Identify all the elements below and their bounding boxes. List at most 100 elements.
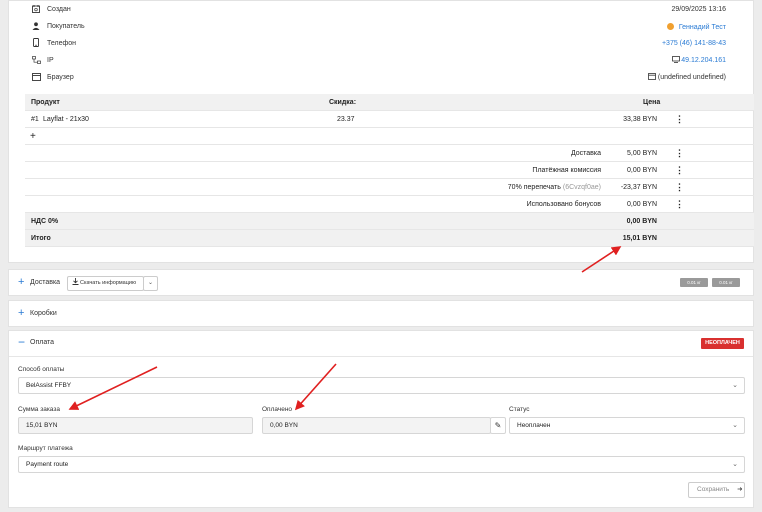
buyer-link[interactable]: Геннадий Тест [666,22,726,31]
browser-label: Браузер [47,74,74,81]
warning-icon [666,22,674,30]
download-icon [72,278,79,291]
chevron-down-icon: ⌄ [732,382,738,389]
extra-label-text: 70% перепечать [507,184,561,191]
payment-panel: − Оплата НЕОПЛАЧЕН Способ оплаты BelAssi… [8,330,754,508]
boxes-section-header[interactable]: + Коробки [8,300,754,327]
browser-small-icon [647,73,656,82]
extra-value: 0,00 BYN [627,167,657,174]
vat-row: НДС 0% 0,00 BYN [25,213,754,230]
extra-label: Использовано бонусов [526,201,601,208]
total-label: Итого [31,235,51,242]
boxes-title: Коробки [30,310,57,317]
calendar-clock-icon [31,4,41,15]
ip-link[interactable]: 49.12.204.161 [672,56,726,65]
vat-value: 0,00 BYN [626,218,657,225]
collapse-icon[interactable]: − [18,336,25,348]
row-menu-icon[interactable]: ⋮ [675,165,684,175]
extra-label: 70% перепечать (6Cvzqf0ae) [508,179,601,196]
add-product-button[interactable]: + [30,128,36,145]
route-value: Payment route [26,461,69,468]
buyer-name[interactable]: Геннадий Тест [679,24,726,31]
extra-row-bonus: Использовано бонусов 0,00 BYN ⋮ [25,196,754,213]
row-menu-icon[interactable]: ⋮ [675,148,684,158]
row-menu-icon[interactable]: ⋮ [675,199,684,209]
info-row-browser: Браузер (undefined undefined) [9,69,753,86]
payment-method-select[interactable]: BelAssist FFBY ⌄ [18,377,745,394]
order-sum-label: Сумма заказа [18,406,60,413]
created-value: 29/09/2025 13:16 [671,6,727,13]
download-info-button[interactable]: Скачать информацию [67,276,144,291]
chevron-down-icon: ⌄ [732,422,738,429]
save-label: Сохранить [697,486,730,493]
section-divider [9,356,753,357]
paid-field[interactable]: 0,00 BYN [262,417,491,434]
header-price: Цена [643,99,661,106]
table-row: #1 Layflat - 21x30 23.37 33,38 BYN ⋮ [25,111,754,128]
method-label: Способ оплаты [18,366,65,373]
phone-icon [31,38,41,49]
extra-label: Платёжная комиссия [532,167,601,174]
row-menu-icon[interactable]: ⋮ [675,114,684,124]
extra-value: 5,00 BYN [627,150,657,157]
product-name: Layflat - 21x30 [43,116,89,123]
status-value: Неоплачен [517,422,551,429]
browser-text: (undefined undefined) [657,74,726,81]
save-button[interactable]: Сохранить ➜ [688,482,745,498]
paid-label: Оплачено [262,406,293,413]
chevron-down-icon: ⌄ [732,461,738,468]
route-label: Маршрут платежа [18,445,73,452]
expand-icon[interactable]: + [18,308,24,319]
payment-title: Оплата [30,339,55,346]
browser-value: (undefined undefined) [647,73,726,82]
extra-row-reprint: 70% перепечать (6Cvzqf0ae) -23,37 BYN ⋮ [25,179,754,196]
product-discount: 23.37 [337,116,355,123]
info-row-ip: IP 49.12.204.161 [9,52,753,69]
extra-row-delivery: Доставка 5,00 BYN ⋮ [25,145,754,162]
add-row: + [25,128,754,145]
products-header: Продукт Скидка: Цена [25,94,754,111]
product-num: #1 [31,116,39,123]
extra-label: Доставка [570,150,601,157]
buyer-label: Покупатель [47,23,85,30]
download-label: Скачать информацию [80,280,137,286]
order-sum-field[interactable]: 15,01 BYN [18,417,253,434]
info-row-created: Создан 29/09/2025 13:16 [9,1,753,18]
chevron-down-icon[interactable]: ⌄ [143,276,158,291]
total-value: 15,01 BYN [622,235,657,242]
header-discount: Скидка: [329,99,357,106]
info-row-phone: Телефон +375 (46) 141-88-43 [9,35,753,52]
extra-value: -23,37 BYN [620,184,657,191]
product-price: 33,38 BYN [623,116,657,123]
monitor-icon [672,56,681,65]
vat-label: НДС 0% [31,218,59,225]
ip-label: IP [47,57,54,64]
extra-row-commission: Платёжная комиссия 0,00 BYN ⋮ [25,162,754,179]
user-icon [31,21,41,32]
order-panel: Создан 29/09/2025 13:16 Покупатель Генна… [8,0,754,263]
weight-badge: 0.01 кг [712,278,740,287]
expand-icon[interactable]: + [18,277,24,288]
total-row: Итого 15,01 BYN [25,230,754,247]
status-label: Статус [509,406,530,413]
order-sum-value: 15,01 BYN [26,422,58,429]
payment-route-select[interactable]: Payment route ⌄ [18,456,745,473]
delivery-title: Доставка [30,279,61,286]
ip-value[interactable]: 49.12.204.161 [681,57,726,64]
weight-badge: 0.01 кг [680,278,708,287]
edit-icon[interactable]: ✎ [490,417,506,434]
browser-icon [31,72,41,83]
network-icon [31,55,41,66]
status-badge: НЕОПЛАЧЕН [701,338,744,349]
extra-label-note: (6Cvzqf0ae) [562,184,601,191]
extra-value: 0,00 BYN [627,201,657,208]
row-menu-icon[interactable]: ⋮ [675,182,684,192]
phone-value[interactable]: +375 (46) 141-88-43 [662,40,726,47]
info-row-buyer: Покупатель Геннадий Тест [9,18,753,35]
header-product: Продукт [31,99,60,106]
paid-value: 0,00 BYN [270,422,298,429]
delivery-section-header[interactable]: + Доставка Скачать информацию ⌄ 0.01 кг … [8,269,754,296]
status-select[interactable]: Неоплачен ⌄ [509,417,745,434]
method-value: BelAssist FFBY [26,382,72,389]
phone-label: Телефон [47,40,77,47]
